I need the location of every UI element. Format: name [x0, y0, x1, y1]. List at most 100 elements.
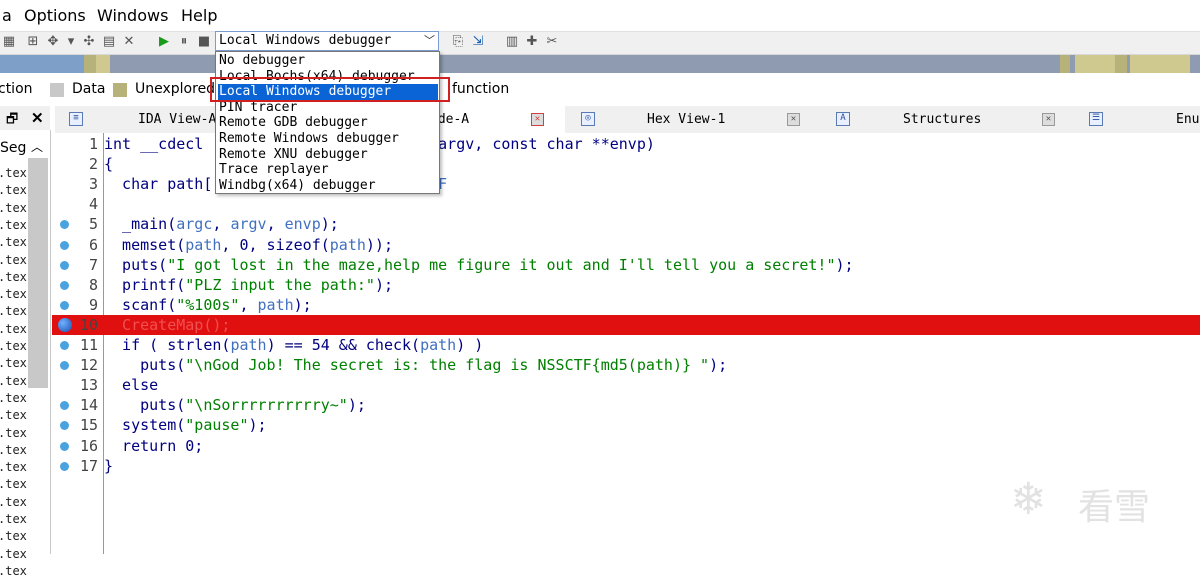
code-line[interactable]: 16 return 0; [52, 436, 1200, 456]
toolbar-tool-icon[interactable]: ▥ [505, 35, 519, 49]
breakpoint-marker-icon[interactable] [60, 441, 69, 451]
toolbar-tool-icon[interactable]: ✣ [82, 35, 96, 49]
segment-row[interactable]: .tex [0, 512, 27, 526]
code-token: scanf( [104, 295, 177, 314]
breakpoint-marker-icon[interactable] [60, 300, 69, 310]
segment-row[interactable]: .tex [0, 287, 27, 301]
code-line[interactable]: 6 memset(path, 0, sizeof(path)); [52, 235, 1200, 255]
segment-row[interactable]: .tex [0, 408, 27, 422]
code-token: ); [293, 295, 312, 314]
restore-icon[interactable]: 🗗 [6, 110, 18, 132]
stop-icon[interactable]: ■ [197, 35, 211, 49]
breakpoint-marker-icon[interactable] [60, 220, 69, 230]
segment-row[interactable]: .tex [0, 304, 27, 318]
breakpoint-marker-icon[interactable] [60, 361, 69, 371]
dropdown-option[interactable]: No debugger [218, 53, 438, 69]
close-icon[interactable]: ✕ [31, 109, 44, 127]
segment-row[interactable]: .tex [0, 270, 27, 284]
close-icon[interactable]: ✕ [787, 113, 800, 126]
code-token: char path [104, 175, 204, 194]
segments-pane[interactable]: Seg ︿ .tex .tex .tex .tex .tex .tex .tex .tex .t… [0, 130, 51, 578]
menu-bar: a Options Windows Help [0, 0, 1200, 31]
tab-enums[interactable]: ☰ Enu [1075, 106, 1200, 133]
segment-row[interactable]: .tex [0, 339, 27, 353]
dropdown-option[interactable]: Trace replayer [218, 162, 438, 178]
breakpoint-marker-icon[interactable] [60, 260, 69, 270]
segment-row[interactable]: .tex [0, 564, 27, 578]
toolbar-tool-icon[interactable]: ✂ [545, 35, 559, 49]
toolbar-tool-icon[interactable]: ✥ [46, 35, 60, 49]
navigation-band[interactable] [0, 55, 1200, 73]
scroll-up-icon[interactable]: ︿ [31, 138, 43, 155]
nav-segment [1060, 55, 1070, 73]
code-line[interactable]: 13 else [52, 375, 1200, 395]
tab-hex-view[interactable]: ◎ Hex View-1 ✕ [567, 106, 817, 133]
dropdown-option[interactable]: Remote Windows debugger [218, 131, 438, 147]
code-line[interactable]: 8 printf("PLZ input the path:"); [52, 275, 1200, 295]
segment-row[interactable]: .tex [0, 235, 27, 249]
column-header-segment[interactable]: Seg [0, 140, 26, 156]
segment-row[interactable]: .tex [0, 460, 27, 474]
menu-item-a[interactable]: a [2, 6, 12, 25]
menu-item-options[interactable]: Options [24, 6, 86, 25]
segment-row[interactable]: .tex [0, 322, 27, 336]
code-line[interactable]: 11 if ( strlen(path) == 54 && check(path… [52, 335, 1200, 355]
annotation-highlight-box [210, 77, 450, 102]
segment-row[interactable]: .tex [0, 374, 27, 388]
segment-row[interactable]: .tex [0, 218, 27, 232]
dropdown-option[interactable]: Windbg(x64) debugger [218, 178, 438, 194]
segment-row[interactable]: .tex [0, 183, 27, 197]
dropdown-option[interactable]: Remote GDB debugger [218, 115, 438, 131]
tab-pseudocode[interactable]: ode-A ✕ [425, 106, 565, 133]
segment-row[interactable]: .tex [0, 253, 27, 267]
debugger-select[interactable]: Local Windows debugger ﹀ [215, 31, 439, 51]
code-text: puts("\nGod Job! The secret is: the flag… [104, 355, 727, 375]
segment-row[interactable]: .tex [0, 201, 27, 215]
toolbar-tool-icon[interactable]: ✚ [525, 35, 539, 49]
debugger-dropdown-list[interactable]: No debugger Local Bochs(x64) debugger Loca… [215, 51, 440, 194]
close-icon[interactable]: ✕ [122, 35, 136, 49]
menu-item-windows[interactable]: Windows [97, 6, 168, 25]
breakpoint-marker-icon[interactable] [60, 461, 69, 471]
segment-row[interactable]: .tex [0, 443, 27, 457]
code-line[interactable]: 9 scanf("%100s", path); [52, 295, 1200, 315]
segment-row[interactable]: .tex [0, 356, 27, 370]
segment-row[interactable]: .tex [0, 391, 27, 405]
dropdown-arrow-icon[interactable]: ▾ [64, 35, 78, 49]
tab-structures[interactable]: A Structures ✕ [820, 106, 1070, 133]
close-icon[interactable]: ✕ [531, 113, 544, 126]
close-icon[interactable]: ✕ [1042, 113, 1055, 126]
code-line[interactable]: 12 puts("\nGod Job! The secret is: the f… [52, 355, 1200, 375]
segment-row[interactable]: .tex [0, 529, 27, 543]
breakpoint-marker-icon[interactable] [60, 341, 69, 350]
toolbar-tool-icon[interactable]: ▦ [2, 35, 16, 49]
code-line[interactable]: 5 _main(argc, argv, envp); [52, 214, 1200, 234]
code-line[interactable]: 14 puts("\nSorrrrrrrrrry~"); [52, 395, 1200, 415]
code-line[interactable]: 15 system("pause"); [52, 415, 1200, 435]
code-line[interactable]: 7 puts("I got lost in the maze,help me f… [52, 255, 1200, 275]
current-instruction-icon[interactable] [58, 317, 72, 332]
segment-row[interactable]: .tex [0, 166, 27, 180]
menu-item-help[interactable]: Help [181, 6, 217, 25]
pause-icon[interactable]: ⏸ [177, 35, 191, 49]
breakpoint-marker-icon[interactable] [60, 401, 69, 411]
segment-row[interactable]: .tex [0, 477, 27, 491]
tab-ida-view[interactable]: ≡ IDA View-A [55, 106, 220, 133]
dropdown-option[interactable]: Remote XNU debugger [218, 147, 438, 163]
toolbar-tool-icon[interactable]: ▤ [102, 35, 116, 49]
breakpoint-marker-icon[interactable] [60, 421, 69, 431]
toolbar-tool-icon[interactable]: ⎘ [451, 35, 465, 49]
dropdown-option[interactable]: PIN tracer [218, 100, 438, 116]
code-token: "PLZ input the path:" [185, 275, 375, 294]
scrollbar-thumb[interactable] [28, 158, 48, 388]
highlighted-code-line[interactable]: 10 CreateMap(); [52, 314, 1200, 335]
breakpoint-marker-icon[interactable] [60, 240, 69, 250]
toolbar-tool-icon[interactable]: ⊞ [26, 35, 40, 49]
segment-row[interactable]: .tex [0, 495, 27, 509]
code-line[interactable]: 4 [52, 194, 1200, 214]
legend-swatch [50, 83, 64, 97]
breakpoint-marker-icon[interactable] [60, 280, 69, 290]
segment-row[interactable]: .tex [0, 426, 27, 440]
play-icon[interactable]: ▶ [157, 35, 171, 49]
toolbar-tool-icon[interactable]: ⇲ [471, 35, 485, 49]
